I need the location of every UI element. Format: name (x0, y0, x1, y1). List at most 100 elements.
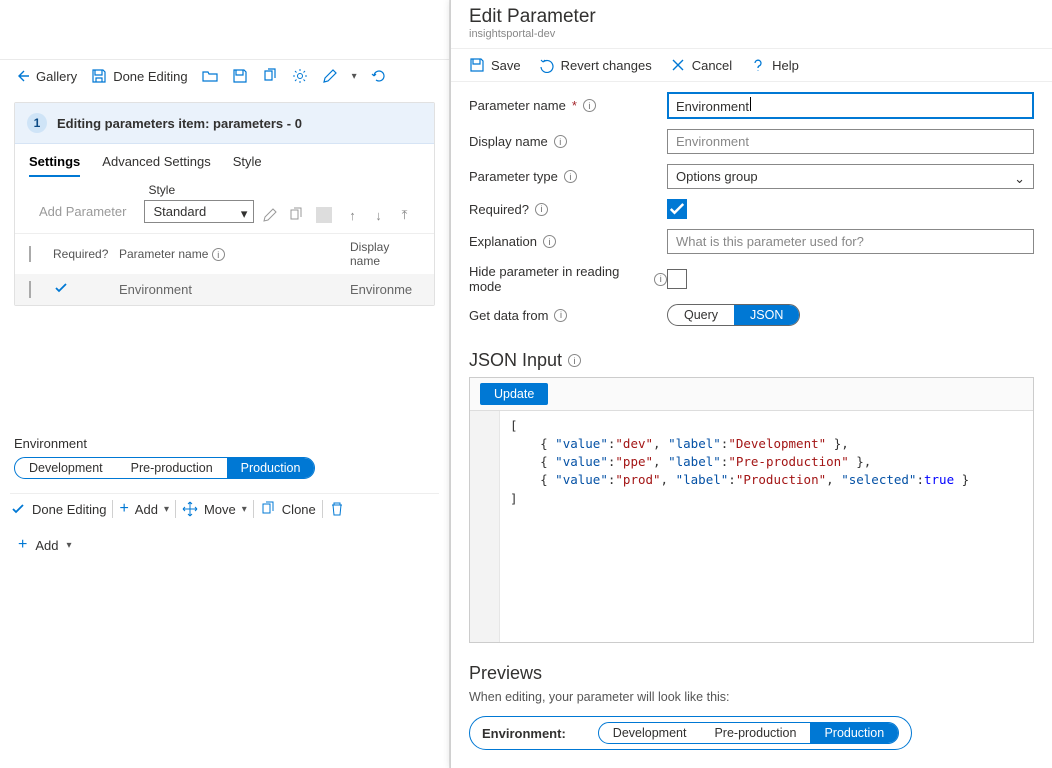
preview-opt-preproduction[interactable]: Pre-production (700, 723, 810, 743)
help-label: Help (772, 58, 799, 73)
required-star: * (572, 98, 577, 113)
done-editing-label: Done Editing (113, 69, 187, 84)
plus-icon: + (18, 536, 27, 554)
save-icon (91, 68, 107, 84)
code-gutter (470, 411, 500, 642)
chevron-down-icon: ▾ (242, 504, 247, 515)
style-select-value: Standard (153, 204, 206, 219)
seg-json[interactable]: JSON (734, 305, 799, 325)
row-param-name: Environment (119, 282, 344, 297)
col-required: Required? (53, 247, 113, 261)
open-icon[interactable] (202, 68, 218, 84)
info-icon: i (564, 170, 577, 183)
main-toolbar: Gallery Done Editing ▾ (0, 60, 449, 92)
env-label: Environment (14, 436, 435, 451)
move-label: Move (204, 502, 236, 517)
plus-icon: + (119, 500, 128, 518)
previews-title: Previews (469, 663, 1034, 684)
json-title: JSON Input (469, 350, 562, 371)
env-option-production[interactable]: Production (227, 458, 315, 478)
update-button[interactable]: Update (480, 383, 548, 405)
info-icon: i (535, 203, 548, 216)
save-button[interactable]: Save (469, 57, 521, 73)
edit-icon[interactable] (262, 207, 278, 223)
clone-button[interactable]: Clone (260, 501, 316, 517)
chevron-down-icon: ▾ (241, 206, 248, 222)
row-checkbox[interactable] (29, 281, 31, 298)
undo-icon (539, 57, 555, 73)
copy-icon[interactable] (262, 68, 278, 84)
step-badge: 1 (27, 113, 47, 133)
done-label: Done Editing (32, 502, 106, 517)
add-button[interactable]: + Add ▾ (119, 500, 169, 518)
check-icon (53, 280, 69, 296)
copy-icon (260, 501, 276, 517)
copy-icon[interactable] (288, 207, 304, 223)
tab-advanced[interactable]: Advanced Settings (102, 154, 210, 177)
add-footer-label: Add (35, 538, 58, 553)
style-select[interactable]: Standard ▾ (144, 200, 254, 223)
move-button[interactable]: Move ▾ (182, 501, 247, 517)
env-option-development[interactable]: Development (15, 458, 117, 478)
gallery-button[interactable]: Gallery (14, 68, 77, 84)
getdata-label: Get data from (469, 308, 548, 323)
select-all-checkbox[interactable] (29, 246, 31, 262)
add-parameter-button[interactable]: Add Parameter (29, 200, 136, 223)
done-editing-button[interactable]: Done Editing (10, 501, 106, 517)
table-row[interactable]: Environment Environme (15, 274, 434, 305)
info-icon: i (654, 273, 667, 286)
display-name-input[interactable]: Environment (667, 129, 1034, 154)
cancel-label: Cancel (692, 58, 732, 73)
seg-query[interactable]: Query (668, 305, 734, 325)
panel-subtitle: insightsportal-dev (469, 28, 1034, 40)
preview-opt-development[interactable]: Development (599, 723, 701, 743)
env-option-preproduction[interactable]: Pre-production (117, 458, 227, 478)
arrow-down-icon[interactable]: ↓ (370, 207, 386, 223)
save-icon (469, 57, 485, 73)
hide-checkbox[interactable] (667, 269, 687, 289)
tab-settings[interactable]: Settings (29, 154, 80, 177)
dname-label: Display name (469, 134, 548, 149)
hide-label: Hide parameter in reading mode (469, 264, 648, 294)
gear-icon[interactable] (292, 68, 308, 84)
env-options-group: Development Pre-production Production (14, 457, 315, 479)
pencil-icon[interactable] (322, 68, 338, 84)
info-icon: i (543, 235, 556, 248)
add-label: Add (135, 502, 158, 517)
info-icon: i (583, 99, 596, 112)
parameter-name-input[interactable]: Environment (667, 92, 1034, 119)
cancel-button[interactable]: Cancel (670, 57, 732, 73)
separator (316, 207, 332, 223)
preview-opt-production[interactable]: Production (810, 723, 898, 743)
col-param-name: Parameter name (119, 247, 208, 261)
pname-label: Parameter name (469, 98, 566, 113)
move-icon (182, 501, 198, 517)
add-step-button[interactable]: + Add ▾ (0, 526, 449, 564)
close-icon (670, 57, 686, 73)
info-icon: i (554, 309, 567, 322)
info-icon: i (212, 248, 225, 261)
clone-label: Clone (282, 502, 316, 517)
parameter-type-select[interactable]: Options group⌄ (667, 164, 1034, 189)
required-label: Required? (469, 202, 529, 217)
required-checkbox[interactable] (667, 199, 687, 219)
save-label: Save (491, 58, 521, 73)
arrow-left-icon (14, 68, 30, 84)
explanation-input[interactable]: What is this parameter used for? (667, 229, 1034, 254)
done-editing-button[interactable]: Done Editing (91, 68, 187, 84)
json-editor[interactable]: [ { "value":"dev", "label":"Development"… (500, 411, 1033, 642)
arrow-up-icon[interactable]: ↑ (344, 207, 360, 223)
arrow-up-bar-icon[interactable]: ⤒ (396, 207, 412, 223)
chevron-down-icon[interactable]: ▾ (352, 71, 357, 82)
trash-icon[interactable] (329, 501, 345, 517)
save-disk-icon[interactable] (232, 68, 248, 84)
revert-button[interactable]: Revert changes (539, 57, 652, 73)
help-button[interactable]: Help (750, 57, 799, 73)
tab-style[interactable]: Style (233, 154, 262, 177)
data-source-toggle: Query JSON (667, 304, 800, 326)
revert-label: Revert changes (561, 58, 652, 73)
chevron-down-icon: ▾ (164, 504, 169, 515)
info-icon: i (568, 354, 581, 367)
gallery-label: Gallery (36, 69, 77, 84)
refresh-icon[interactable] (371, 68, 387, 84)
